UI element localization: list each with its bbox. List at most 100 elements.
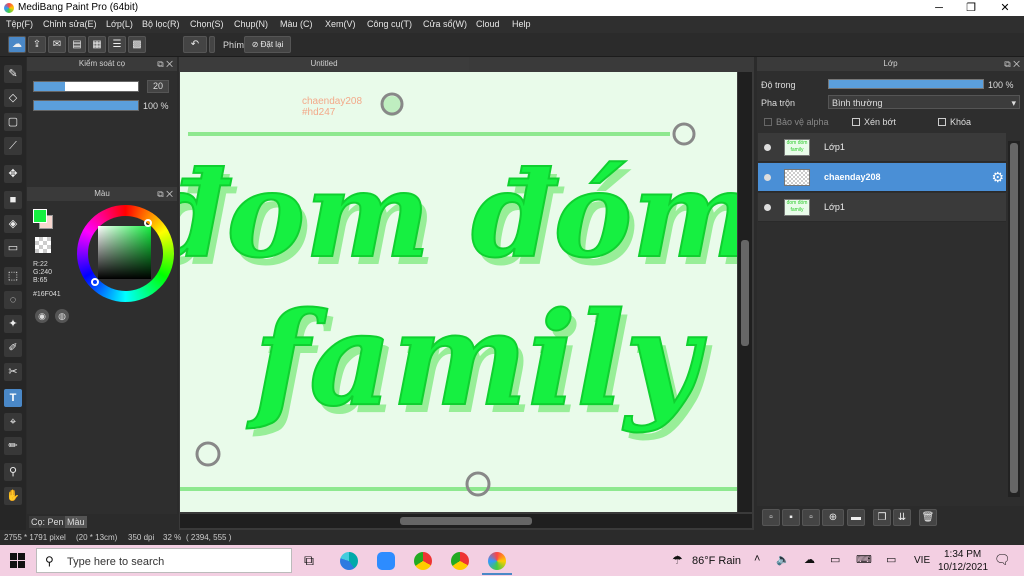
menu-cloud[interactable]: Cloud <box>476 19 500 29</box>
hand-tool-icon[interactable]: ✋ <box>4 487 22 505</box>
menu-select[interactable]: Chọn(S) <box>190 19 224 29</box>
page-icon[interactable]: ▦ <box>88 36 106 53</box>
tab-color[interactable]: Màu <box>65 516 87 528</box>
menu-tools[interactable]: Công cụ(T) <box>367 19 412 29</box>
edge-icon[interactable] <box>340 552 358 570</box>
rect-tool-icon[interactable]: ▢ <box>4 113 22 131</box>
add-layer-menu-icon[interactable]: ⊕ <box>822 509 844 526</box>
vertical-scroll-thumb[interactable] <box>741 240 749 346</box>
hue-handle[interactable] <box>91 278 99 286</box>
clipping-checkbox[interactable] <box>852 118 860 126</box>
new-layer-icon[interactable]: ▫ <box>762 509 780 526</box>
blur-tool-icon[interactable]: ✏ <box>4 437 22 455</box>
comment-icon[interactable]: ✉ <box>48 36 66 53</box>
chrome-icon[interactable] <box>414 552 432 570</box>
zoom-app-icon[interactable] <box>377 552 395 570</box>
brush-size-slider[interactable] <box>33 81 139 92</box>
tab-brush-pen[interactable]: Cọ: Pen <box>29 516 66 528</box>
undo-icon[interactable]: ↶ <box>183 36 207 53</box>
cloud-icon[interactable]: ☁ <box>8 36 26 53</box>
weather-text[interactable]: 86°F Rain <box>692 555 741 567</box>
network-icon[interactable]: ☁ <box>804 553 815 566</box>
foreground-color-swatch[interactable] <box>33 209 47 223</box>
color-picker-handle[interactable] <box>144 219 152 227</box>
protect-alpha-checkbox[interactable] <box>764 118 772 126</box>
lasso-tool-icon[interactable]: ◌ <box>4 291 22 309</box>
folder-icon[interactable]: ▬ <box>847 509 865 526</box>
brush-tool-icon[interactable]: ✎ <box>4 65 22 83</box>
visibility-eye-icon[interactable] <box>764 204 771 211</box>
bucket-tool-icon[interactable]: ◈ <box>4 215 22 233</box>
trash-icon[interactable]: 🗑 <box>919 509 937 526</box>
menu-color[interactable]: Màu (C) <box>280 19 313 29</box>
menu-window[interactable]: Cửa sổ(W) <box>423 19 467 29</box>
drawing-canvas[interactable]: chaenday208 #hd247 đom đóm đom đóm famil… <box>180 72 737 512</box>
maximize-button[interactable]: ❐ <box>954 0 988 16</box>
layer-opacity-slider[interactable] <box>828 79 984 89</box>
redo-slider[interactable] <box>209 36 215 53</box>
clock-date[interactable]: 10/12/2021 <box>938 562 988 573</box>
list-icon[interactable]: ☰ <box>108 36 126 53</box>
close-button[interactable]: ✕ <box>988 0 1022 16</box>
chrome-profile-icon[interactable] <box>451 552 469 570</box>
text-tool-icon[interactable]: T <box>4 389 22 407</box>
keyboard-icon[interactable]: ⌨ <box>856 553 872 566</box>
select-eraser-tool-icon[interactable]: ✂ <box>4 363 22 381</box>
fill-rect-tool-icon[interactable]: ■ <box>4 191 22 209</box>
menu-capture[interactable]: Chụp(N) <box>234 19 268 29</box>
saturation-square[interactable] <box>98 226 151 279</box>
palette-add-icon[interactable]: ◍ <box>55 309 69 323</box>
menu-edit[interactable]: Chỉnh sửa(E) <box>43 19 97 29</box>
menu-file[interactable]: Tệp(F) <box>6 19 33 29</box>
palette-icon[interactable]: ◉ <box>35 309 49 323</box>
panel-float-close-icon[interactable]: ⧉ ✕ <box>1004 57 1020 71</box>
vertical-scrollbar[interactable] <box>738 72 752 512</box>
brush-opacity-slider[interactable] <box>33 100 139 111</box>
layer-row[interactable]: đom đóm family Lớp1 <box>758 133 1006 162</box>
menu-layer[interactable]: Lớp(L) <box>106 19 133 29</box>
blend-mode-select[interactable]: Bình thường ▾ <box>828 95 1020 109</box>
horizontal-scroll-thumb[interactable] <box>400 517 532 525</box>
menu-view[interactable]: Xem(V) <box>325 19 356 29</box>
visibility-eye-icon[interactable] <box>764 174 771 181</box>
operation-tool-icon[interactable]: ⌖ <box>4 413 22 431</box>
grid-icon[interactable]: ▩ <box>128 36 146 53</box>
lock-checkbox[interactable] <box>938 118 946 126</box>
layer-row-selected[interactable]: chaenday208 ⚙ <box>758 163 1006 192</box>
layer-scrollbar[interactable] <box>1008 141 1020 497</box>
battery-icon[interactable]: ▭ <box>830 553 840 566</box>
horizontal-scrollbar[interactable] <box>180 514 752 528</box>
clock-time[interactable]: 1:34 PM <box>944 549 981 560</box>
merge-layer-icon[interactable]: ⇊ <box>893 509 911 526</box>
share-icon[interactable]: ⇪ <box>28 36 46 53</box>
select-rect-tool-icon[interactable]: ⬚ <box>4 267 22 285</box>
gradient-tool-icon[interactable]: ▭ <box>4 239 22 257</box>
duplicate-layer-icon[interactable]: ❐ <box>873 509 891 526</box>
eyedropper-tool-icon[interactable]: ⚲ <box>4 463 22 481</box>
magic-wand-tool-icon[interactable]: ✦ <box>4 315 22 333</box>
panel-float-close-icon[interactable]: ⧉ ✕ <box>157 57 173 71</box>
layer-row[interactable]: đom đóm family Lớp1 <box>758 193 1006 222</box>
move-tool-icon[interactable]: ✥ <box>4 165 22 183</box>
select-pen-tool-icon[interactable]: ✐ <box>4 339 22 357</box>
taskbar-search-box[interactable]: ⚲ Type here to search <box>36 548 292 573</box>
visibility-eye-icon[interactable] <box>764 144 771 151</box>
language-indicator[interactable]: VIE <box>914 555 930 566</box>
eraser-tool-icon[interactable]: ◇ <box>4 89 22 107</box>
menu-filter[interactable]: Bộ lọc(R) <box>142 19 180 29</box>
hue-wheel[interactable] <box>77 205 174 302</box>
new-8bit-layer-icon[interactable]: ▪ <box>782 509 800 526</box>
minimize-button[interactable]: ─ <box>922 0 956 16</box>
notification-icon[interactable]: 🗨 <box>994 552 1011 568</box>
display-icon[interactable]: ▭ <box>886 553 896 566</box>
line-tool-icon[interactable]: ⟋ <box>4 137 22 155</box>
brush-size-value[interactable]: 20 <box>147 80 169 93</box>
gear-icon[interactable]: ⚙ <box>991 169 1004 186</box>
layer-scroll-thumb[interactable] <box>1010 143 1018 493</box>
document-tab[interactable]: Untitled <box>179 57 469 71</box>
reset-button[interactable]: ⊘ Đặt lại <box>244 36 291 53</box>
panel-float-close-icon[interactable]: ⧉ ✕ <box>157 187 173 201</box>
menu-help[interactable]: Help <box>512 19 531 29</box>
transparent-swatch[interactable] <box>35 237 51 253</box>
windows-start-icon[interactable] <box>10 553 25 568</box>
